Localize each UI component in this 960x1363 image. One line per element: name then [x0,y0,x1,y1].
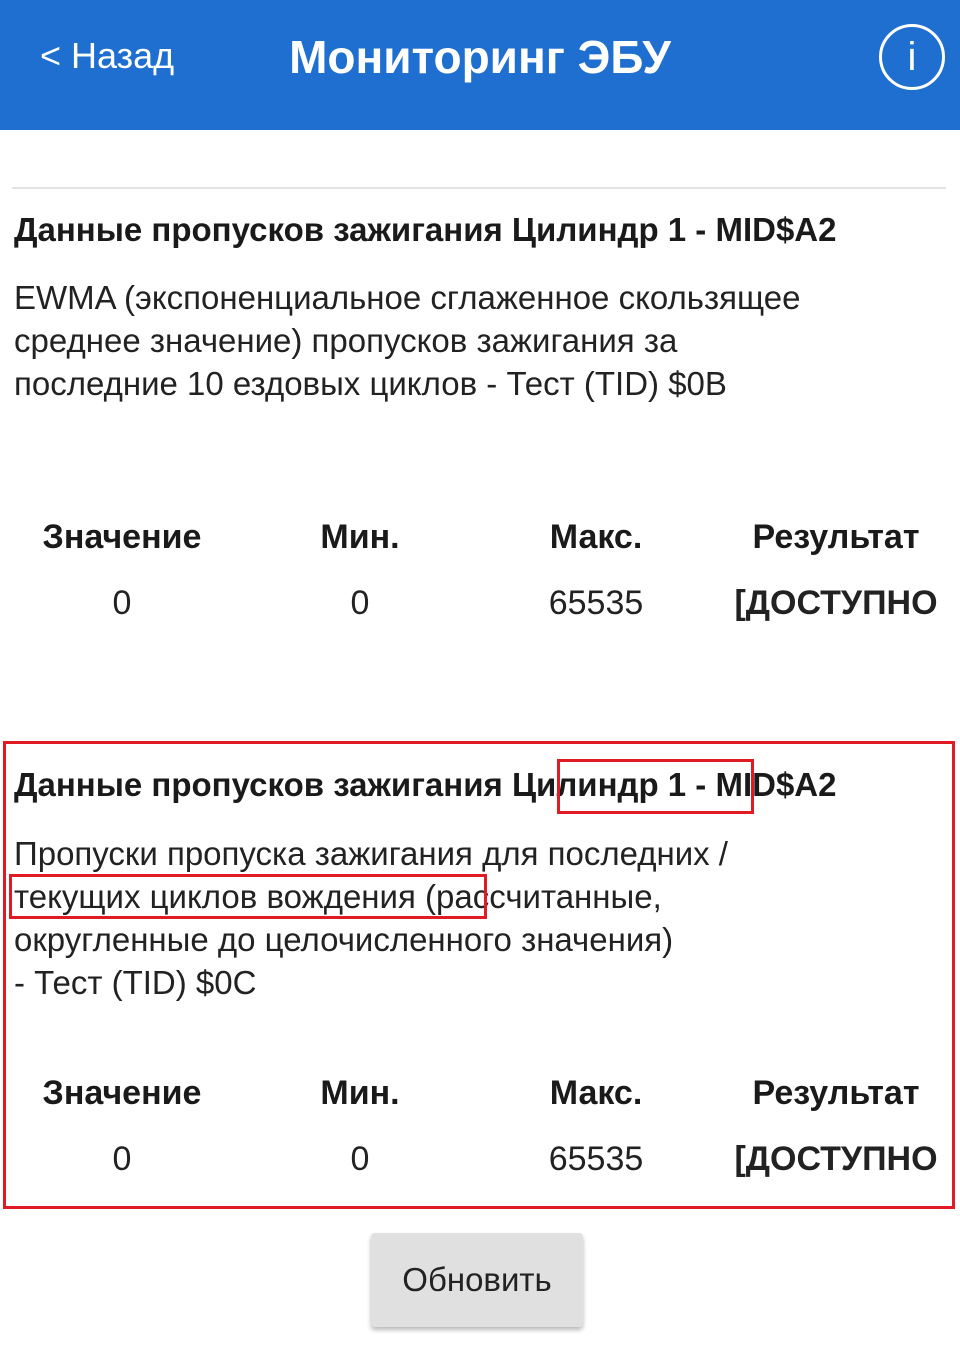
refresh-button[interactable]: Обновить [371,1233,583,1327]
title-part: - MID$A2 [686,766,837,803]
column-value-2: Значение 0 [2,1073,242,1179]
cell-min: 0 [350,584,370,622]
title-part: Данные пропусков зажигания [14,766,512,803]
description-line: последние 10 ездовых циклов - Тест (TID)… [14,365,727,402]
column-header-result: Результат [752,1074,920,1112]
cell-max: 65535 [548,584,644,622]
column-header-min: Мин. [320,1074,400,1112]
description-line: среднее значение) пропусков зажигания за [14,322,678,359]
column-header-min: Мин. [320,518,400,556]
column-value-1: Значение 0 [2,517,242,623]
column-max-2: Макс. 65535 [476,1073,716,1179]
column-header-max: Макс. [549,1074,643,1112]
column-header-value: Значение [42,1074,202,1112]
cell-value: 0 [112,1140,132,1178]
description-line: округленные до целочисленного значения) [14,921,674,958]
cell-result: [ДОСТУПНО [734,584,938,622]
column-min-1: Мин. 0 [240,517,480,623]
back-button[interactable]: < Назад [40,36,174,76]
description-line: Пропуски пропуска зажигания для последни… [14,835,728,872]
divider [12,187,946,189]
description-line: текущих циклов вождения (рассчитанные, [14,875,944,918]
cell-min: 0 [350,1140,370,1178]
cell-result: [ДОСТУПНО [734,1140,938,1178]
test-description-2: Пропуски пропуска зажигания для последни… [14,832,944,1004]
column-min-2: Мин. 0 [240,1073,480,1179]
column-result-2: Результат [ДОСТУПНО [716,1073,956,1179]
description-line: EWMA (экспоненциальное сглаженное скольз… [14,279,801,316]
app-header: < Назад Мониторинг ЭБУ i [0,0,960,130]
title-part-cylinder: Цилиндр 1 [511,766,687,803]
cell-value: 0 [112,584,132,622]
description-line: - Тест (TID) $0C [14,964,257,1001]
description-highlight: текущих циклов вождения [14,878,416,915]
info-icon[interactable]: i [879,24,945,90]
cell-max: 65535 [548,1140,644,1178]
description-part: (рассчитанные, [415,878,662,915]
column-header-result: Результат [752,518,920,556]
column-result-1: Результат [ДОСТУПНО [716,517,956,623]
test-description-1: EWMA (экспоненциальное сглаженное скольз… [14,276,944,405]
column-header-value: Значение [42,518,202,556]
column-max-1: Макс. 65535 [476,517,716,623]
test-title-1: Данные пропусков зажигания Цилиндр 1 - M… [14,211,837,248]
test-title-2: Данные пропусков зажигания Цилиндр 1 - M… [14,765,837,805]
column-header-max: Макс. [549,518,643,556]
